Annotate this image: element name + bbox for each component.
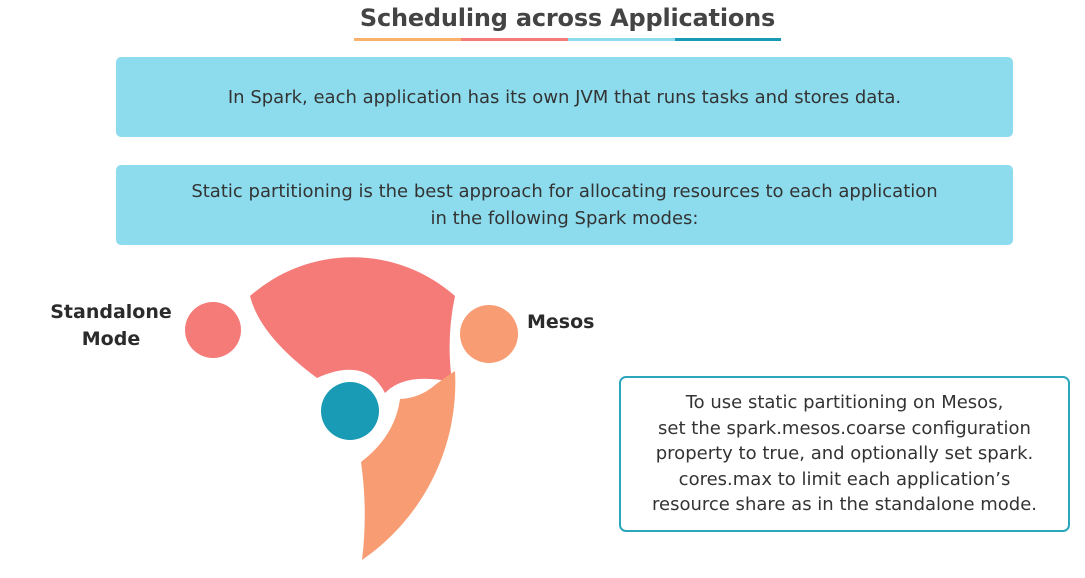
mesos-note-box: To use static partitioning on Mesos, set… <box>619 376 1070 532</box>
mesos-node <box>460 305 518 363</box>
standalone-label-line-2: Mode <box>81 328 141 350</box>
mesos-note-line-4: cores.max to limit each application’s <box>678 468 1011 490</box>
mesos-note-line-5: resource share as in the standalone mode… <box>651 494 1038 516</box>
mesos-note-text: To use static partitioning on Mesos, set… <box>625 390 1065 518</box>
standalone-segment <box>250 257 455 393</box>
standalone-mode-label: Standalone Mode <box>42 299 180 353</box>
mesos-note-line-3: property to true, and optionally set spa… <box>655 443 1034 465</box>
standalone-node <box>185 302 241 358</box>
mesos-note-line-1: To use static partitioning on Mesos, <box>685 392 1004 414</box>
mesos-note-line-2: set the spark.mesos.coarse configuration <box>658 417 1031 439</box>
standalone-label-line-1: Standalone <box>50 301 172 323</box>
center-node <box>321 382 379 440</box>
mesos-label: Mesos <box>527 311 595 333</box>
